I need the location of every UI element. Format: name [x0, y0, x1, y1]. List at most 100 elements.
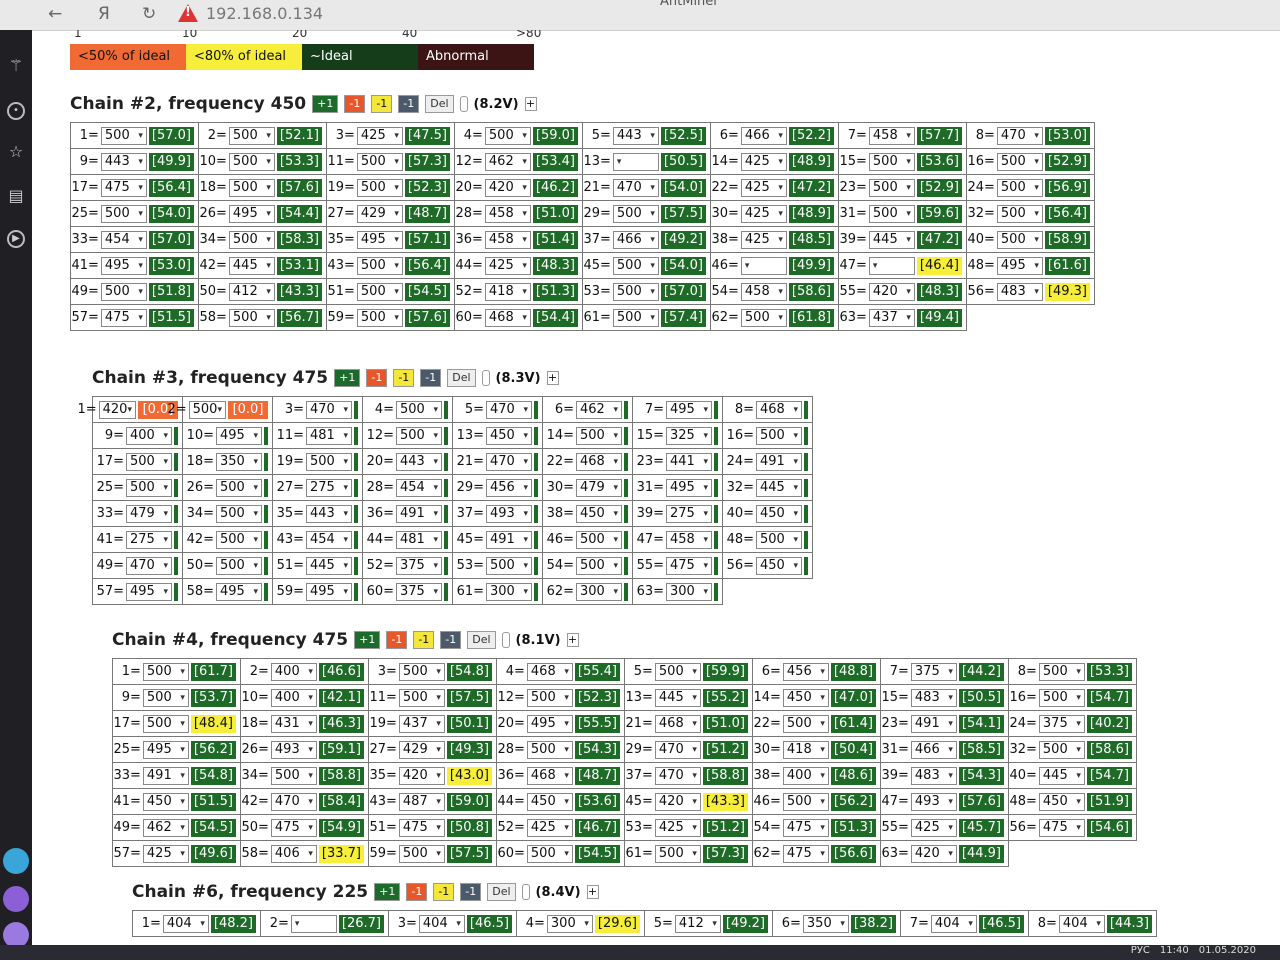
chip-frequency-select[interactable]: 443: [306, 504, 352, 523]
chip-frequency-select[interactable]: 450: [756, 504, 802, 523]
chip-frequency-select[interactable]: 462: [142, 818, 189, 837]
freq-minus-yellow-button[interactable]: -1: [371, 95, 393, 113]
chip-frequency-select[interactable]: 425: [484, 256, 531, 275]
chip-frequency-select[interactable]: 500: [126, 452, 172, 471]
chip-frequency-select[interactable]: 500: [1038, 688, 1085, 707]
chip-frequency-select[interactable]: 275: [126, 530, 172, 549]
chip-frequency-select[interactable]: 475: [1038, 818, 1085, 837]
chip-frequency-select[interactable]: 300: [576, 582, 622, 601]
chip-frequency-select[interactable]: 475: [100, 178, 147, 197]
chip-frequency-select[interactable]: 468: [526, 766, 573, 785]
chip-frequency-select[interactable]: 454: [306, 530, 352, 549]
chip-frequency-select[interactable]: 495: [142, 740, 189, 759]
freq-plus-button[interactable]: +1: [312, 95, 339, 113]
chip-frequency-select[interactable]: 454: [100, 230, 147, 249]
chip-frequency-select[interactable]: 500: [126, 478, 172, 497]
chip-frequency-select[interactable]: [740, 256, 787, 275]
chip-frequency-select[interactable]: 454: [396, 478, 442, 497]
chip-frequency-select[interactable]: 491: [396, 504, 442, 523]
chip-frequency-select[interactable]: 458: [484, 204, 531, 223]
back-icon[interactable]: ←: [48, 4, 62, 24]
chip-frequency-select[interactable]: 300: [666, 582, 712, 601]
chip-frequency-select[interactable]: 500: [996, 230, 1043, 249]
history-icon[interactable]: •: [7, 102, 25, 120]
chip-frequency-select[interactable]: 500: [612, 282, 659, 301]
chip-frequency-select[interactable]: 500: [996, 152, 1043, 171]
chip-frequency-select[interactable]: 456: [486, 478, 532, 497]
chip-frequency-select[interactable]: 475: [666, 556, 712, 575]
chip-frequency-select[interactable]: 500: [100, 204, 147, 223]
chip-frequency-select[interactable]: 437: [868, 308, 915, 327]
delete-button[interactable]: Del: [425, 95, 454, 113]
chip-frequency-select[interactable]: 500: [228, 152, 275, 171]
chip-frequency-select[interactable]: 375: [1038, 714, 1085, 733]
chip-frequency-select[interactable]: 470: [486, 400, 532, 419]
freq-minus-gray-button[interactable]: -1: [460, 883, 482, 901]
collections-icon[interactable]: ▤: [6, 186, 26, 206]
chip-frequency-select[interactable]: 420: [398, 766, 445, 785]
chip-frequency-select[interactable]: 475: [398, 818, 445, 837]
chip-frequency-select[interactable]: 468: [526, 662, 573, 681]
chip-frequency-select[interactable]: 443: [100, 152, 147, 171]
chip-frequency-select[interactable]: 491: [756, 452, 802, 471]
chip-frequency-select[interactable]: 495: [228, 204, 275, 223]
freq-minus-red-button[interactable]: -1: [344, 95, 366, 113]
chip-frequency-select[interactable]: 450: [526, 792, 573, 811]
chip-frequency-select[interactable]: 429: [398, 740, 445, 759]
chip-frequency-select[interactable]: 400: [270, 688, 317, 707]
chip-frequency-select[interactable]: 493: [270, 740, 317, 759]
chip-frequency-select[interactable]: 500: [576, 530, 622, 549]
chip-frequency-select[interactable]: 495: [216, 582, 262, 601]
chip-frequency-select[interactable]: 468: [576, 452, 622, 471]
chip-frequency-select[interactable]: 500: [612, 256, 659, 275]
chip-frequency-select[interactable]: 450: [782, 688, 829, 707]
freq-plus-button[interactable]: +1: [354, 631, 381, 649]
chip-frequency-select[interactable]: 491: [910, 714, 957, 733]
chip-frequency-select[interactable]: 300: [486, 582, 532, 601]
chip-frequency-select[interactable]: 483: [910, 688, 957, 707]
chip-frequency-select[interactable]: 500: [228, 230, 275, 249]
chip-frequency-select[interactable]: 412: [228, 282, 275, 301]
chip-frequency-select[interactable]: 450: [576, 504, 622, 523]
chip-frequency-select[interactable]: 500: [868, 204, 915, 223]
chip-frequency-select[interactable]: 500: [782, 792, 829, 811]
delete-button[interactable]: Del: [467, 631, 496, 649]
chip-frequency-select[interactable]: 468: [484, 308, 531, 327]
chip-frequency-select[interactable]: 500: [216, 504, 262, 523]
add-button[interactable]: +: [524, 97, 537, 111]
chip-frequency-select[interactable]: 400: [126, 426, 172, 445]
delete-button[interactable]: Del: [447, 369, 476, 387]
chip-frequency-select[interactable]: 500: [396, 426, 442, 445]
chip-frequency-select[interactable]: 475: [270, 818, 317, 837]
chip-frequency-select[interactable]: 458: [740, 282, 787, 301]
chip-frequency-select[interactable]: 466: [740, 126, 787, 145]
chip-frequency-select[interactable]: 375: [396, 556, 442, 575]
chip-frequency-select[interactable]: 500: [1038, 740, 1085, 759]
chip-frequency-select[interactable]: 495: [126, 582, 172, 601]
chip-frequency-select[interactable]: [868, 256, 915, 275]
chip-frequency-select[interactable]: 479: [126, 504, 172, 523]
chip-frequency-select[interactable]: 462: [576, 400, 622, 419]
chip-frequency-select[interactable]: 500: [484, 126, 531, 145]
chip-frequency-select[interactable]: 425: [740, 204, 787, 223]
chip-frequency-select[interactable]: 500: [100, 282, 147, 301]
chip-frequency-select[interactable]: 500: [526, 688, 573, 707]
chip-frequency-select[interactable]: 375: [910, 662, 957, 681]
freq-minus-red-button[interactable]: -1: [406, 883, 428, 901]
chip-frequency-select[interactable]: 404: [930, 914, 977, 933]
freq-minus-red-button[interactable]: -1: [386, 631, 408, 649]
chip-frequency-select[interactable]: 412: [674, 914, 721, 933]
language-indicator[interactable]: РУС: [1131, 945, 1150, 956]
chip-frequency-select[interactable]: 431: [270, 714, 317, 733]
chip-frequency-select[interactable]: 500: [654, 662, 701, 681]
chip-frequency-select[interactable]: 470: [996, 126, 1043, 145]
chip-frequency-select[interactable]: 500: [740, 308, 787, 327]
address-bar[interactable]: ! 192.168.0.134: [178, 2, 418, 24]
chip-frequency-select[interactable]: 425: [142, 844, 189, 863]
voltage-toggle[interactable]: [521, 884, 530, 900]
freq-plus-button[interactable]: +1: [374, 883, 401, 901]
chip-frequency-select[interactable]: 325: [666, 426, 712, 445]
freq-plus-button[interactable]: +1: [334, 369, 361, 387]
chip-frequency-select[interactable]: 500: [356, 152, 403, 171]
freq-minus-yellow-button[interactable]: -1: [413, 631, 435, 649]
